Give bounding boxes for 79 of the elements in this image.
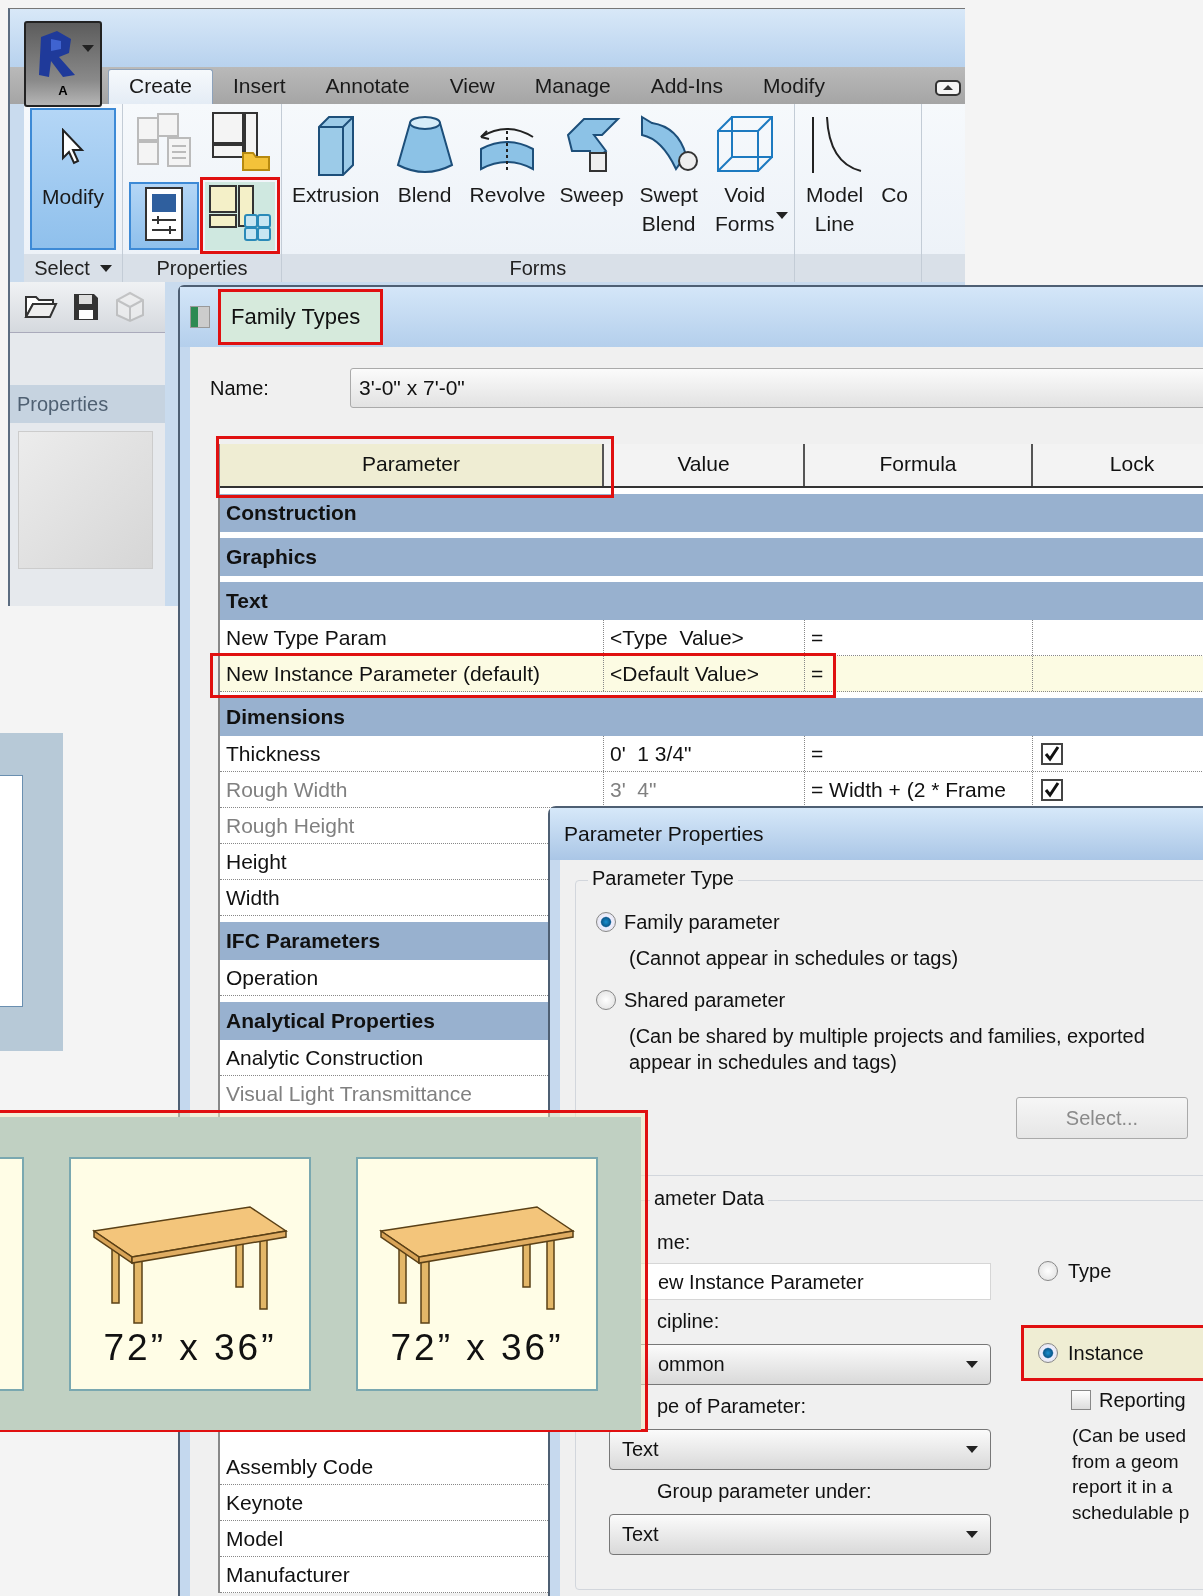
- radio-button[interactable]: [596, 912, 616, 932]
- selected-row[interactable]: New Instance Parameter (default) <Default Value> =: [220, 656, 1203, 692]
- panel-label: Forms: [509, 256, 567, 280]
- panel-label: Select: [34, 256, 90, 280]
- field-label: cipline:: [656, 1310, 721, 1334]
- ribbon-button[interactable]: Co: [874, 108, 915, 211]
- group-header[interactable]: Construction: [220, 494, 1203, 532]
- field-label: pe of Parameter:: [656, 1395, 807, 1419]
- ribbon-button[interactable]: Sweep: [555, 108, 628, 211]
- image-card[interactable]: 72” x 36”: [69, 1157, 311, 1391]
- panel-title: Properties: [10, 385, 165, 423]
- field-label: Group parameter under:: [656, 1480, 873, 1504]
- option-label[interactable]: Family parameter: [624, 910, 780, 934]
- dropdown[interactable]: Text: [609, 1429, 991, 1470]
- caret-icon: [966, 1446, 978, 1453]
- open-folder-icon[interactable]: [24, 293, 58, 321]
- name-dropdown[interactable]: 3'-0" x 7'-0": [350, 368, 1203, 408]
- option-label[interactable]: Shared parameter: [624, 988, 786, 1012]
- ribbon-tab[interactable]: Insert: [213, 70, 306, 104]
- group-header[interactable]: Dimensions: [220, 698, 1203, 736]
- caret-icon: [82, 45, 94, 52]
- properties-icon: [144, 186, 184, 242]
- column-header[interactable]: Formula: [805, 444, 1033, 486]
- checkbox[interactable]: [1071, 1390, 1091, 1410]
- group-header[interactable]: Text: [220, 582, 1203, 620]
- ribbon-button[interactable]: Void Forms: [709, 108, 788, 240]
- checkbox-label[interactable]: Reporting: [1099, 1388, 1186, 1412]
- ribbon-tab[interactable]: Modify: [743, 70, 845, 104]
- application-button[interactable]: A: [24, 21, 102, 107]
- load-family-icon: [209, 109, 271, 171]
- checkbox[interactable]: [1041, 742, 1063, 765]
- ribbon-button[interactable]: Revolve: [465, 108, 550, 211]
- description-text: (Can be shared by multiple projects and families, exported appear in schedules and tags): [629, 1024, 1146, 1075]
- table-cell: Thickness: [220, 736, 604, 771]
- table-cell: 0' 1 3/4": [604, 736, 805, 771]
- cursor-icon: [60, 128, 86, 166]
- ribbon-tab[interactable]: Annotate: [305, 70, 430, 104]
- ribbon-button[interactable]: Extrusion: [288, 108, 384, 211]
- ribbon-button[interactable]: Modify: [30, 108, 116, 250]
- family-category-icon: [134, 110, 194, 170]
- dropdown[interactable]: Text: [609, 1514, 991, 1555]
- ribbon-tab[interactable]: Manage: [514, 70, 631, 104]
- ribbon-tab[interactable]: View: [429, 70, 515, 104]
- column-header[interactable]: Value: [604, 444, 805, 486]
- column-header[interactable]: Parameter: [220, 444, 604, 486]
- table-cell: =: [805, 736, 1033, 771]
- dialog-title: Family Types: [218, 289, 384, 345]
- ribbon-tab[interactable]: Add-Ins: [630, 70, 744, 104]
- window-icon: [190, 306, 210, 328]
- option-label[interactable]: Instance: [1068, 1341, 1144, 1365]
- table-cell: <Default Value>: [604, 656, 805, 691]
- description-text: (Can be used from a geom report it in a schedulable p: [1072, 1424, 1191, 1525]
- save-icon[interactable]: [72, 292, 100, 322]
- table-cell: =: [805, 656, 1033, 691]
- radio-button[interactable]: [1038, 1261, 1058, 1281]
- field-label: me:: [656, 1231, 692, 1255]
- ribbon-button[interactable]: Blend: [389, 108, 460, 211]
- field-label: Name:: [210, 376, 270, 400]
- image-card[interactable]: 72” x 36”: [356, 1157, 598, 1391]
- table-row[interactable]: Thickness 0' 1 3/4" =: [220, 736, 1203, 772]
- ribbon-button[interactable]: Swept Blend: [633, 108, 704, 240]
- ribbon-button[interactable]: Model Line: [800, 108, 869, 240]
- table-cell: <Type Value>: [604, 620, 805, 655]
- caret-icon: [966, 1531, 978, 1538]
- dialog-title: Parameter Properties: [550, 808, 1203, 860]
- caret-icon: [966, 1361, 978, 1368]
- ribbon-icon-button[interactable]: [129, 182, 199, 250]
- group-header[interactable]: Graphics: [220, 538, 1203, 576]
- panel-label: Properties: [156, 256, 248, 280]
- radio-button[interactable]: [596, 990, 616, 1010]
- table-cell: New Instance Parameter (default): [220, 656, 604, 691]
- table-cell: New Type Param: [220, 620, 604, 655]
- description-text: (Cannot appear in schedules or tags): [629, 946, 960, 971]
- table-cell: =: [805, 620, 1033, 655]
- ribbon-tab[interactable]: Create: [108, 69, 214, 104]
- column-header[interactable]: Lock: [1033, 444, 1203, 486]
- ribbon-toggle-icon[interactable]: [935, 80, 961, 96]
- radio-button[interactable]: [1038, 1343, 1058, 1363]
- option-label[interactable]: Type: [1068, 1259, 1112, 1283]
